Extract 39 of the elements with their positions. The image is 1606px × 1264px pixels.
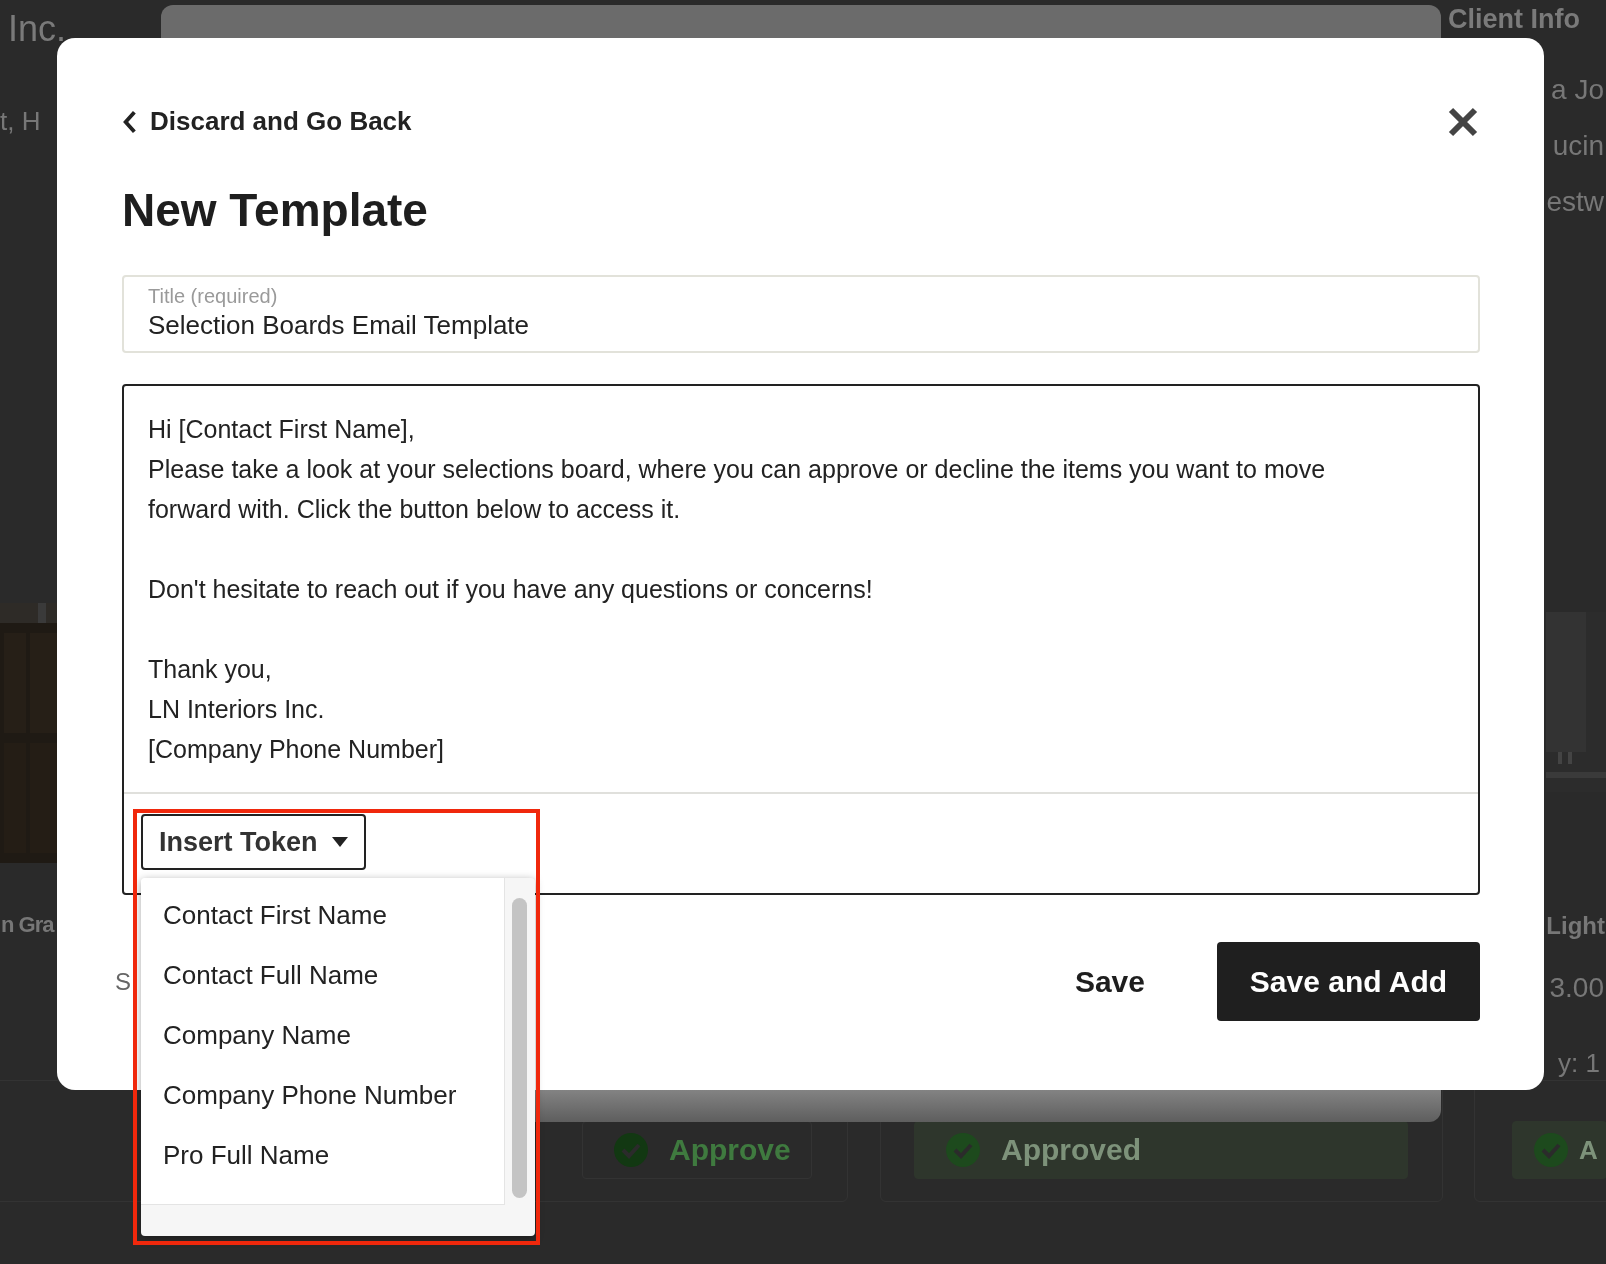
approve-button[interactable]: Approved — [914, 1121, 1408, 1179]
menu-item[interactable]: Contact First Name — [141, 885, 504, 945]
check-icon — [945, 1132, 981, 1168]
message-text: Please take a look at your selections board, where you can approve or decline the items you want to move forward with. Click the button below to access it. — [148, 454, 1327, 525]
chevron-left-icon — [122, 109, 138, 134]
panel-title: Client Info — [1448, 4, 1580, 35]
panel-text: a Jo — [1551, 74, 1604, 106]
field-label: Title (required) — [148, 285, 279, 308]
product-title: Light — [1546, 912, 1605, 940]
page-subtitle: t, H — [0, 106, 42, 137]
product-price: 3.00 — [1549, 972, 1604, 1004]
message-text: Thank you, — [148, 654, 273, 685]
menu-item[interactable]: Company Phone Number — [141, 1065, 504, 1125]
message-text: LN Interiors Inc. — [148, 694, 326, 725]
product-title: n Gra — [1, 912, 54, 938]
save-button[interactable]: Save — [1064, 956, 1155, 1007]
menu-item[interactable]: Pro Full Name — [141, 1125, 504, 1185]
message-text: Don't hesitate to reach out if you have any questions or concerns! — [148, 574, 874, 605]
caret-icon — [331, 837, 348, 847]
field-value: Selection Boards Email Template — [148, 310, 531, 341]
footer-text: S — [115, 967, 131, 996]
approve-button[interactable]: A — [1512, 1121, 1606, 1179]
check-icon — [613, 1132, 649, 1168]
check-icon — [1533, 1132, 1569, 1168]
menu-item[interactable]: Company Name — [141, 1005, 504, 1065]
close-icon[interactable] — [1448, 106, 1478, 137]
insert-token-button[interactable]: Insert Token — [141, 814, 366, 870]
page-title: Inc. — [8, 8, 67, 50]
modal-title: New Template — [122, 183, 429, 237]
message-text: Hi [Contact First Name], — [148, 414, 416, 445]
scrollbar-thumb[interactable] — [512, 898, 527, 1198]
back-link[interactable]: Discard and Go Back — [122, 106, 412, 137]
panel-text: estw — [1546, 186, 1604, 218]
title-field[interactable]: Title (required) Selection Boards Email Template — [122, 275, 1480, 353]
panel-text: ucin — [1552, 130, 1604, 162]
product-quantity: y: 1 — [1558, 1048, 1600, 1079]
message-text: [Company Phone Number] — [148, 734, 445, 765]
save-and-add-button[interactable]: Save and Add — [1217, 942, 1480, 1021]
menu-item[interactable]: Contact Full Name — [141, 945, 504, 1005]
